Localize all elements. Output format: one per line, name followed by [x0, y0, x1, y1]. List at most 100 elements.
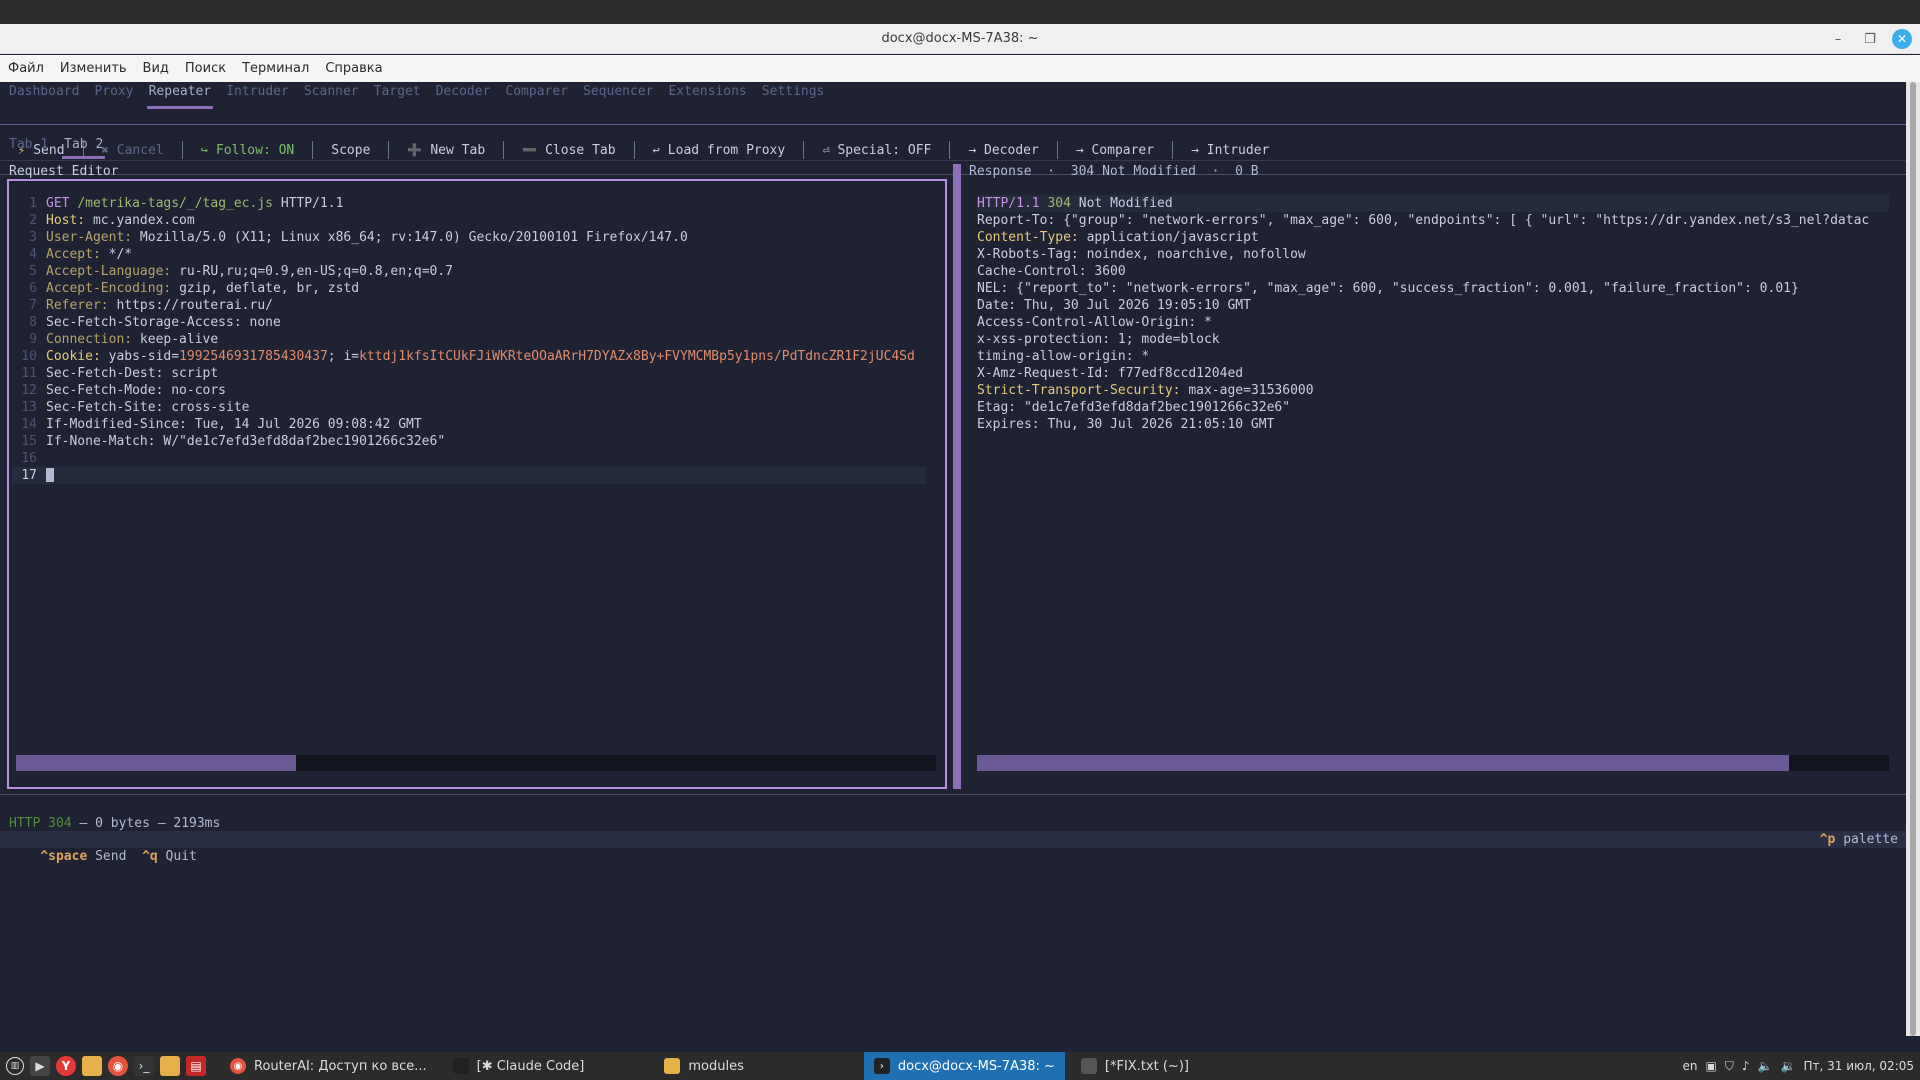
- new-tab-button[interactable]: ➕ New Tab: [407, 143, 485, 158]
- keyboard-layout[interactable]: en: [1683, 1059, 1698, 1073]
- line-number: 7: [29, 298, 37, 313]
- line-number: 15: [21, 434, 37, 449]
- response-header-size: 0 B: [1235, 164, 1259, 179]
- vivaldi-icon[interactable]: ◉: [108, 1056, 128, 1076]
- tab-decoder[interactable]: Decoder: [436, 82, 491, 110]
- response-viewer[interactable]: HTTP/1.1 304 Not Modified Report-To: {"g…: [966, 179, 1901, 789]
- task-terminal[interactable]: › docx@docx-MS-7A38: ~: [863, 1052, 1065, 1080]
- close-tab-button[interactable]: ➖ Close Tab: [522, 143, 615, 158]
- terminal-vertical-scrollbar[interactable]: [1906, 82, 1920, 1036]
- tab-repeater[interactable]: Repeater: [146, 82, 213, 110]
- menu-search[interactable]: Поиск: [185, 61, 233, 76]
- volume-icon-2[interactable]: 🔉: [1781, 1059, 1796, 1073]
- menu-file[interactable]: Файл: [8, 61, 51, 76]
- header-line: Sec-Fetch-Site: cross-site: [46, 400, 250, 415]
- to-intruder-button[interactable]: → Intruder: [1191, 143, 1269, 158]
- task-routerai[interactable]: ◉ RouterAI: Доступ ко все...: [220, 1052, 437, 1080]
- tab-2[interactable]: Tab 2: [62, 137, 106, 159]
- request-path: /metrika-tags/_/tag_ec.js: [77, 196, 273, 211]
- app-tabs: Dashboard Proxy Repeater Intruder Scanne…: [0, 82, 1906, 122]
- line-number: 4: [29, 247, 37, 262]
- tab-comparer[interactable]: Comparer: [505, 82, 568, 110]
- response-line: Access-Control-Allow-Origin: *: [977, 315, 1212, 330]
- scrollbar-thumb[interactable]: [16, 755, 296, 771]
- app-red-icon[interactable]: ▤: [186, 1056, 206, 1076]
- tabs-divider: [0, 124, 1906, 125]
- load-from-proxy-button[interactable]: ↩ Load from Proxy: [653, 143, 786, 158]
- header-value: gzip, deflate, br, zstd: [179, 281, 360, 296]
- toolbar-separator: [312, 141, 314, 159]
- terminal-icon[interactable]: ›_: [134, 1056, 154, 1076]
- tab-scanner[interactable]: Scanner: [304, 82, 359, 110]
- tab-sequencer[interactable]: Sequencer: [583, 82, 653, 110]
- to-comparer-button[interactable]: → Comparer: [1076, 143, 1154, 158]
- tab-dashboard[interactable]: Dashboard: [9, 82, 79, 110]
- header-line: Sec-Fetch-Dest: script: [46, 366, 219, 381]
- response-header-value: application/javascript: [1078, 230, 1259, 245]
- response-horizontal-scrollbar[interactable]: [977, 755, 1889, 771]
- tab-intruder[interactable]: Intruder: [226, 82, 289, 110]
- header-key: Host:: [46, 213, 86, 228]
- header-key: Accept-Language:: [46, 264, 172, 279]
- request-horizontal-scrollbar[interactable]: [16, 755, 936, 771]
- line-number: 1: [29, 196, 37, 211]
- menu-icon[interactable]: ▥: [6, 1057, 24, 1075]
- code-line: 12 Sec-Fetch-Mode: no-cors: [12, 382, 926, 399]
- header-line: If-Modified-Since: Tue, 14 Jul 2026 09:0…: [46, 417, 422, 432]
- folder-icon[interactable]: [82, 1056, 102, 1076]
- terminal-menubar: Файл Изменить Вид Поиск Терминал Справка: [0, 55, 1920, 82]
- request-editor-title: Request Editor: [9, 164, 119, 179]
- minimize-button[interactable]: –: [1828, 29, 1848, 49]
- scope-button[interactable]: Scope: [331, 143, 370, 158]
- desktop-top-strip: [0, 0, 1920, 24]
- pane-splitter[interactable]: [953, 164, 961, 789]
- clipboard-icon[interactable]: ▣: [1706, 1059, 1717, 1073]
- menu-help[interactable]: Справка: [325, 61, 389, 76]
- load-from-proxy-label: Load from Proxy: [667, 142, 786, 158]
- response-status-line: HTTP/1.1 304 Not Modified: [977, 195, 1889, 212]
- toolbar-separator: [1172, 141, 1174, 159]
- menu-terminal[interactable]: Терминал: [242, 61, 316, 76]
- special-label: Special: OFF: [837, 142, 932, 158]
- request-editor[interactable]: 1 GET /metrika-tags/_/tag_ec.js HTTP/1.1 …: [7, 179, 947, 789]
- task-claude-code[interactable]: [✱ Claude Code]: [443, 1052, 595, 1080]
- line-number: 10: [21, 349, 37, 364]
- response-header-value: max-age=31536000: [1180, 383, 1314, 398]
- follow-toggle[interactable]: ↪ Follow: ON: [201, 143, 295, 158]
- tab-1[interactable]: Tab 1: [9, 137, 48, 152]
- code-line: 16: [12, 450, 926, 467]
- to-decoder-button[interactable]: → Decoder: [968, 143, 1038, 158]
- line-number: 2: [29, 213, 37, 228]
- yandex-browser-icon[interactable]: Y: [56, 1056, 76, 1076]
- tab-settings[interactable]: Settings: [762, 82, 825, 110]
- special-toggle[interactable]: ⏎ Special: OFF: [822, 143, 931, 158]
- scrollbar-thumb[interactable]: [977, 755, 1789, 771]
- response-line: Etag: "de1c7efd3efd8daf2bec1901266c32e6": [977, 400, 1291, 415]
- follow-label: Follow: ON: [215, 142, 295, 158]
- scrollbar-thumb[interactable]: [1910, 82, 1916, 1036]
- menu-view[interactable]: Вид: [143, 61, 176, 76]
- maximize-button[interactable]: ❐: [1860, 29, 1880, 49]
- to-comparer-label: → Comparer: [1075, 142, 1155, 158]
- header-key: Connection:: [46, 332, 133, 347]
- tab-target[interactable]: Target: [374, 82, 421, 110]
- menu-edit[interactable]: Изменить: [60, 61, 134, 76]
- shield-icon[interactable]: ⛉: [1725, 1059, 1734, 1074]
- task-fix-txt[interactable]: [*FIX.txt (~)]: [1071, 1052, 1199, 1080]
- close-button[interactable]: ✕: [1892, 29, 1912, 49]
- notification-icon[interactable]: ♪: [1742, 1059, 1750, 1073]
- repeater-request-tabs: Tab 1 Tab 2: [9, 137, 119, 159]
- browser-icon: ◉: [230, 1058, 246, 1074]
- files-icon[interactable]: [160, 1056, 180, 1076]
- tab-proxy[interactable]: Proxy: [94, 82, 133, 110]
- volume-icon[interactable]: 🔈: [1758, 1059, 1773, 1073]
- task-modules[interactable]: modules: [654, 1052, 754, 1080]
- header-value: Mozilla/5.0 (X11; Linux x86_64; rv:147.0…: [139, 230, 688, 245]
- code-line: 15 If-None-Match: W/"de1c7efd3efd8daf2bec…: [12, 433, 926, 450]
- terminal-launcher-icon[interactable]: ▶: [30, 1056, 50, 1076]
- header-value: ru-RU,ru;q=0.9,en-US;q=0.8,en;q=0.7: [179, 264, 453, 279]
- clock[interactable]: Пт, 31 июл, 02:05: [1803, 1059, 1914, 1073]
- task-label: [*FIX.txt (~)]: [1104, 1058, 1189, 1074]
- enter-icon: ⏎: [822, 143, 830, 157]
- tab-extensions[interactable]: Extensions: [668, 82, 746, 110]
